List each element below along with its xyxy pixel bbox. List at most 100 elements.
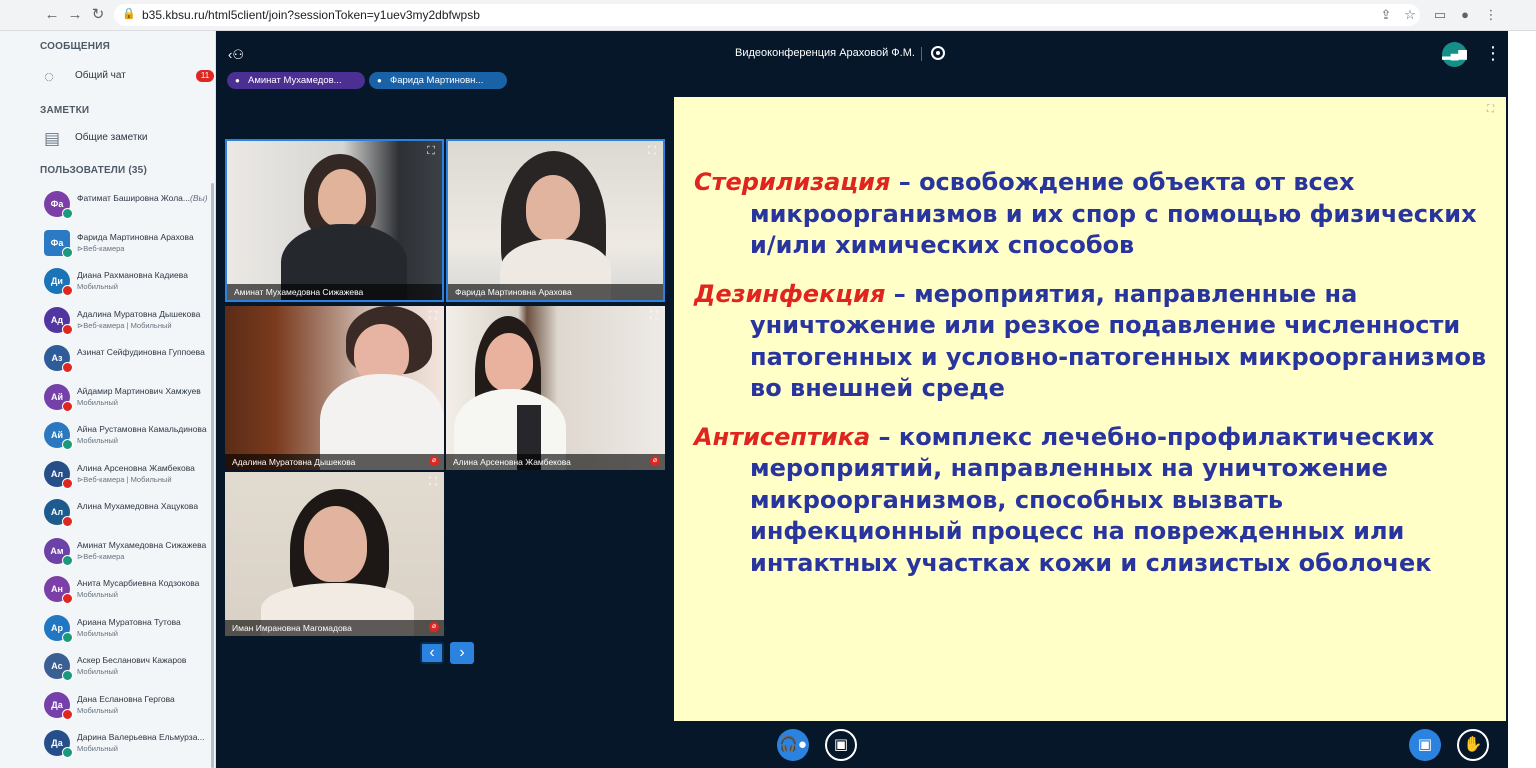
disinfection-term: Дезинфекция bbox=[694, 279, 886, 308]
disinfection-definition: Дезинфекция – мероприятия, направленные … bbox=[694, 279, 1494, 405]
user-name: Фарида Мартиновна Арахова bbox=[77, 231, 194, 242]
name-bar: Аминат Мухамедовна Сижажева bbox=[227, 284, 442, 300]
sidebar-scrollbar[interactable] bbox=[211, 183, 214, 768]
name-bar: Фарида Мартиновна Арахова bbox=[448, 284, 663, 300]
audio-connected-icon bbox=[62, 439, 73, 450]
user-name: Айдамир Мартинович Хамжуев bbox=[77, 385, 201, 396]
video-tile-iman[interactable]: ⛶ Иман Имрановна Магомадова ⌀ bbox=[225, 472, 444, 636]
user-list-item[interactable]: Да Дарина Валерьевна Ельмурза... Мобильный bbox=[40, 730, 215, 768]
muted-icon: ⌀ bbox=[429, 622, 439, 632]
presentation-button[interactable]: ▣ bbox=[1409, 729, 1441, 761]
current-user-label: (Вы) bbox=[189, 193, 208, 203]
expand-icon[interactable]: ⛶ bbox=[427, 476, 439, 488]
talker-farida: ● Фарида Мартиновн... bbox=[369, 72, 507, 89]
user-name: Диана Рахмановна Кадиева bbox=[77, 270, 188, 280]
notes-section-title: ЗАМЕТКИ bbox=[40, 105, 90, 116]
shared-notes-link[interactable]: ▤ Общие заметки bbox=[40, 127, 215, 153]
reload-icon[interactable]: ↻ bbox=[89, 6, 107, 24]
user-list-item[interactable]: Ай Айна Рустамовна Камальдинова Мобильный bbox=[40, 422, 215, 460]
user-list-item[interactable]: Да Дана Еслановна Гергова Мобильный bbox=[40, 691, 215, 730]
camera-button[interactable]: ▣ bbox=[825, 729, 857, 761]
video-tile-aminat[interactable]: ⛶ Аминат Мухамедовна Сижажева bbox=[225, 139, 444, 302]
user-device-status: Мобильный bbox=[77, 667, 118, 676]
user-list-item[interactable]: Ай Айдамир Мартинович Хамжуев Мобильный bbox=[40, 383, 215, 422]
user-device-status: ⊳Веб-камера | Мобильный bbox=[77, 474, 172, 484]
audio-connected-icon bbox=[62, 554, 73, 566]
user-list-item[interactable]: Ал Алина Арсеновна Жамбекова ⊳Веб-камера |… bbox=[40, 460, 215, 499]
user-list-item[interactable]: Ал Алина Мухамедовна Хацукова bbox=[40, 499, 215, 537]
video-tile-farida[interactable]: ⛶ Фарида Мартиновна Арахова bbox=[446, 139, 665, 302]
user-list-item[interactable]: Ас Аскер Бесланович Кажаров Мобильный bbox=[40, 653, 215, 691]
user-device-status: Мобильный bbox=[77, 705, 118, 715]
user-sidebar: СООБЩЕНИЯ ◌ Общий чат 11 ЗАМЕТКИ ▤ Общие… bbox=[0, 31, 216, 768]
user-device-status: Мобильный bbox=[77, 397, 118, 407]
user-device-status: Мобильный bbox=[77, 628, 118, 638]
name-bar: Алина Арсеновна Жамбекова bbox=[446, 454, 665, 470]
microphone-muted-icon bbox=[62, 285, 73, 296]
user-device-status: Мобильный bbox=[77, 282, 118, 291]
notes-icon: ▤ bbox=[44, 129, 61, 148]
more-options-icon[interactable]: ⋮ bbox=[1484, 42, 1502, 67]
user-name: Аскер Бесланович Кажаров bbox=[77, 655, 187, 665]
microphone-muted-icon bbox=[62, 708, 73, 720]
lock-icon[interactable]: 🔒 bbox=[122, 7, 136, 21]
name-bar: Иман Имрановна Магомадова bbox=[225, 620, 444, 636]
raise-hand-button[interactable]: ✋ bbox=[1457, 729, 1489, 761]
expand-icon[interactable]: ⛶ bbox=[648, 310, 660, 322]
next-page-button[interactable]: › bbox=[450, 642, 474, 664]
profile-icon[interactable]: ● bbox=[1456, 6, 1474, 24]
video-feed bbox=[446, 306, 665, 470]
video-tile-adalina[interactable]: ⛶ Адалина Муратовна Дышекова ⌀ bbox=[225, 306, 444, 470]
user-list-item[interactable]: Фа Фарида Мартиновна Арахова ⊳Веб-камера bbox=[40, 229, 215, 268]
back-arrow-icon[interactable]: ← bbox=[43, 6, 61, 24]
user-list-item[interactable]: Фа Фатимат Башировна Жола...(Вы) bbox=[40, 191, 215, 229]
user-name: Ариана Муратовна Тутова bbox=[77, 616, 181, 627]
connection-status-icon[interactable]: ▂▄▆ bbox=[1442, 42, 1467, 67]
conference-main-area: ‹⚇ Видеоконференция Араховой Ф.М. ▂▄▆ ⋮ … bbox=[216, 31, 1508, 768]
expand-icon[interactable]: ⛶ bbox=[425, 145, 437, 157]
user-device-status: ⊳Веб-камера | Мобильный bbox=[77, 320, 172, 330]
user-device-status: ⊳Веб-камера bbox=[77, 243, 125, 253]
expand-icon[interactable]: ⛶ bbox=[646, 145, 658, 157]
audio-button[interactable]: 🎧● bbox=[777, 729, 809, 761]
name-bar: Адалина Муратовна Дышекова bbox=[225, 454, 444, 470]
url-text[interactable]: b35.kbsu.ru/html5client/join?sessionToke… bbox=[142, 8, 480, 22]
reader-icon[interactable]: ▭ bbox=[1431, 6, 1449, 24]
presentation-slide: ⛶ Стерилизация – освобождение объекта от… bbox=[674, 97, 1506, 721]
video-feed bbox=[227, 141, 442, 300]
previous-page-button[interactable]: ‹ bbox=[420, 642, 444, 664]
user-list-item[interactable]: Аз Азинат Сейфудиновна Гуппоева bbox=[40, 345, 215, 383]
user-name: Анита Мусарбиевна Кодзокова bbox=[77, 578, 200, 588]
user-name: Дарина Валерьевна Ельмурза... bbox=[77, 732, 205, 742]
user-list-item[interactable]: Ан Анита Мусарбиевна Кодзокова Мобильный bbox=[40, 576, 215, 614]
share-icon[interactable]: ⇪ bbox=[1377, 6, 1395, 24]
muted-icon: ⌀ bbox=[429, 456, 439, 466]
public-chat-link[interactable]: ◌ Общий чат 11 bbox=[40, 65, 215, 91]
user-list-item[interactable]: Ди Диана Рахмановна Кадиева Мобильный bbox=[40, 268, 215, 306]
bookmark-icon[interactable]: ☆ bbox=[1401, 6, 1419, 24]
user-name: Алина Мухамедовна Хацукова bbox=[77, 501, 199, 511]
microphone-muted-icon bbox=[62, 362, 73, 373]
conference-title: Видеоконференция Араховой Ф.М. bbox=[735, 47, 915, 59]
user-device-status: Мобильный bbox=[77, 744, 118, 753]
user-list-item[interactable]: Ад Адалина Муратовна Дышекова ⊳Веб-камера … bbox=[40, 306, 215, 345]
microphone-muted-icon bbox=[62, 323, 73, 335]
messages-section-title: СООБЩЕНИЯ bbox=[40, 41, 110, 52]
back-user-icon[interactable]: ‹⚇ bbox=[228, 46, 246, 64]
user-list-item[interactable]: Ам Аминат Мухамедовна Сижажева ⊳Веб-камера bbox=[40, 537, 215, 576]
video-tile-alina[interactable]: ⛶ Алина Арсеновна Жамбекова ⌀ bbox=[446, 306, 665, 470]
audio-connected-icon bbox=[62, 208, 73, 219]
audio-status-icon: ● bbox=[797, 736, 807, 753]
user-list-item[interactable]: Ар Ариана Муратовна Тутова Мобильный bbox=[40, 614, 215, 653]
user-name: Алина Арсеновна Жамбекова bbox=[77, 462, 195, 473]
expand-icon[interactable]: ⛶ bbox=[427, 310, 439, 322]
microphone-icon: ● bbox=[235, 76, 240, 85]
forward-arrow-icon[interactable]: → bbox=[66, 6, 84, 24]
user-name: Азинат Сейфудиновна Гуппоева bbox=[77, 347, 205, 357]
antisepsis-term: Антисептика bbox=[694, 422, 871, 451]
shared-notes-label: Общие заметки bbox=[75, 132, 148, 143]
user-name: Адалина Муратовна Дышекова bbox=[77, 308, 201, 319]
address-bar[interactable]: 🔒 b35.kbsu.ru/html5client/join?sessionTo… bbox=[114, 4, 1420, 26]
more-icon[interactable]: ⋮ bbox=[1482, 6, 1500, 24]
fullscreen-presentation-icon[interactable]: ⛶ bbox=[1487, 104, 1494, 115]
